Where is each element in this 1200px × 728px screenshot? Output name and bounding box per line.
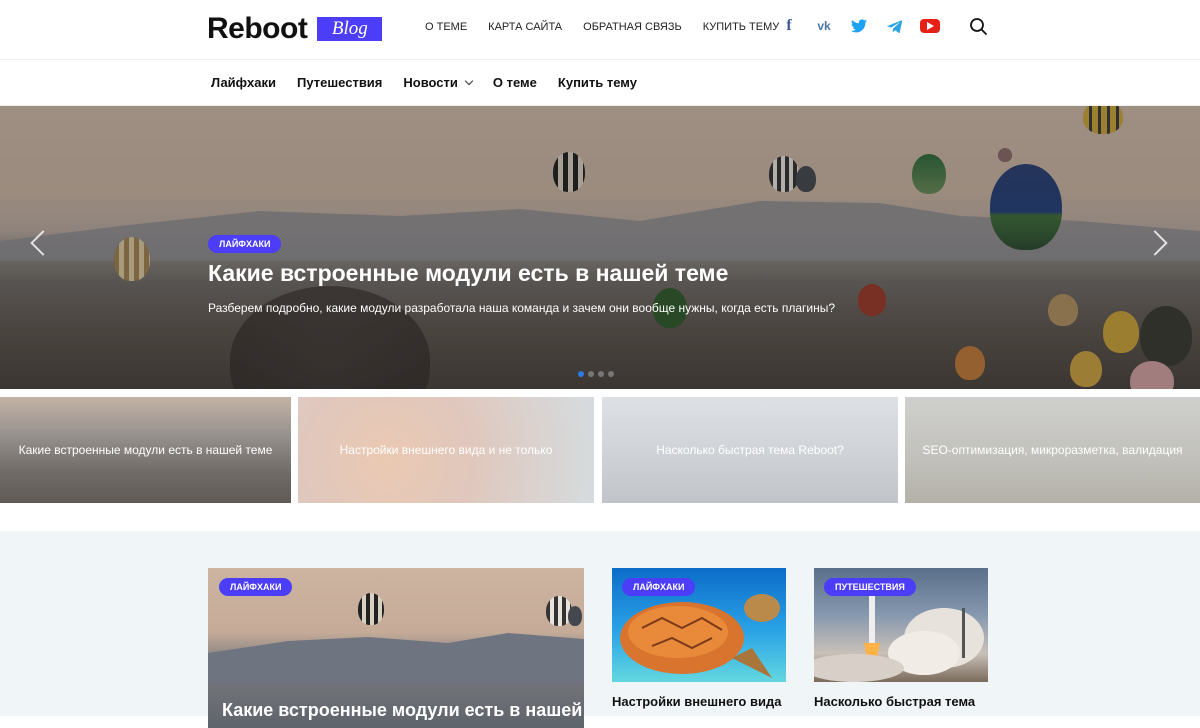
nav-item-label: О теме <box>492 75 537 90</box>
post-category-badge[interactable]: Лайфхаки <box>622 578 696 596</box>
top-menu-item-buy[interactable]: Купить тему <box>703 21 780 33</box>
search-icon[interactable] <box>969 17 989 37</box>
tile-title: Насколько быстрая тема Reboot? <box>656 443 844 457</box>
posts-section <box>0 531 1200 716</box>
slider-dot[interactable] <box>598 371 604 377</box>
hero-overlay <box>0 106 1200 389</box>
nav-item-lifehacks[interactable]: Лайфхаки <box>211 75 276 90</box>
top-menu-item-about[interactable]: О теме <box>425 21 467 33</box>
nav-item-buy[interactable]: Купить тему <box>558 75 637 90</box>
balloon-image <box>568 606 582 626</box>
hero-subtitle: Разберем подробно, какие модули разработ… <box>208 301 836 315</box>
slider-dot[interactable] <box>578 371 584 377</box>
tile-title: Настройки внешнего вида и не только <box>339 443 553 457</box>
hero-category-badge[interactable]: Лайфхаки <box>208 235 282 253</box>
slider-dot[interactable] <box>608 371 614 377</box>
nav-item-label: Путешествия <box>297 75 383 90</box>
featured-post-tile[interactable]: Насколько быстрая тема Reboot? <box>602 397 898 503</box>
top-menu-item-sitemap[interactable]: Карта сайта <box>488 21 562 33</box>
featured-post-tile[interactable]: Настройки внешнего вида и не только <box>298 397 594 503</box>
nav-item-label: Купить тему <box>557 75 637 90</box>
tile-title: Какие встроенные модули есть в нашей тем… <box>18 443 273 457</box>
card-mountains <box>208 633 584 683</box>
twitter-icon[interactable] <box>850 17 868 35</box>
chevron-down-icon <box>464 76 474 85</box>
hero-slider[interactable]: Лайфхаки Какие встроенные модули есть в … <box>0 106 1200 389</box>
social-links: f vk <box>780 17 940 35</box>
post-title[interactable]: Насколько быстрая тема <box>814 694 988 710</box>
slider-dot[interactable] <box>588 371 594 377</box>
nav-item-news[interactable]: Новости <box>403 75 474 90</box>
post-title[interactable]: Какие встроенные модули есть в нашей <box>222 700 582 721</box>
nav-item-travel[interactable]: Путешествия <box>297 75 382 90</box>
logo-text: Reboot <box>207 12 308 45</box>
post-category-badge[interactable]: Лайфхаки <box>219 578 293 596</box>
site-logo[interactable]: Reboot Blog <box>207 12 383 46</box>
tile-title: SEO-оптимизация, микроразметка, валидаци… <box>922 443 1183 457</box>
main-nav: Лайфхаки Путешествия Новости О теме Купи… <box>0 60 1200 106</box>
logo-badge: Blog <box>317 17 383 41</box>
top-bar: Reboot Blog О теме Карта сайта Обратная … <box>0 0 1200 60</box>
vk-icon[interactable]: vk <box>815 17 833 35</box>
nav-item-label: Новости <box>403 75 458 90</box>
top-menu: О теме Карта сайта Обратная связь Купить… <box>425 21 779 33</box>
telegram-icon[interactable] <box>885 17 903 35</box>
balloon-image <box>358 593 384 625</box>
featured-post-tile[interactable]: SEO-оптимизация, микроразметка, валидаци… <box>905 397 1200 503</box>
youtube-icon[interactable] <box>920 19 940 33</box>
nav-item-label: Лайфхаки <box>211 75 276 90</box>
featured-post-tile[interactable]: Какие встроенные модули есть в нашей тем… <box>0 397 291 503</box>
nav-item-about[interactable]: О теме <box>493 75 537 90</box>
post-title[interactable]: Настройки внешнего вида <box>612 694 786 710</box>
slider-dots <box>578 371 614 377</box>
top-menu-item-feedback[interactable]: Обратная связь <box>583 21 682 33</box>
facebook-icon[interactable]: f <box>780 17 798 35</box>
post-category-badge[interactable]: Путешествия <box>824 578 916 596</box>
hero-title[interactable]: Какие встроенные модули есть в нашей тем… <box>208 260 908 287</box>
